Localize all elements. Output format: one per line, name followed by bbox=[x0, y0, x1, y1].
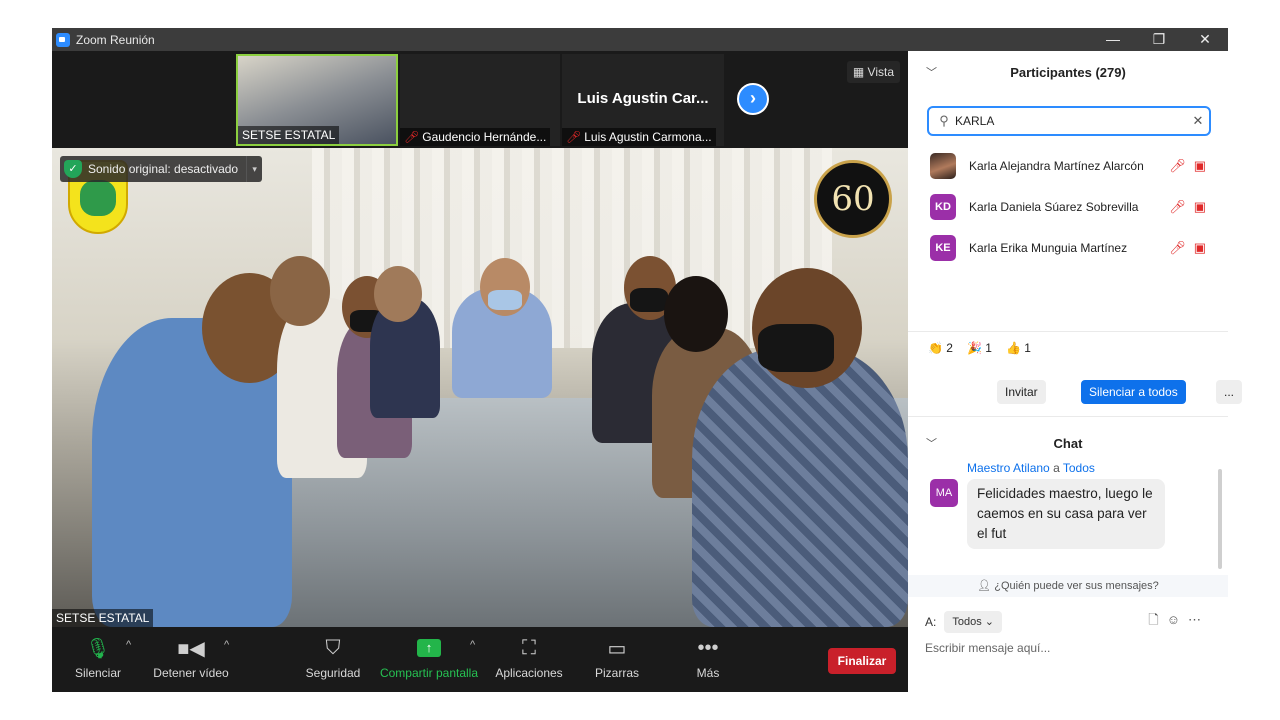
party-reaction: 🎉 1 bbox=[966, 341, 992, 355]
who-can-see-link[interactable]: 👤︎ ¿Quién puede ver sus mensajes? bbox=[908, 575, 1228, 597]
chat-header: ﹀ Chat bbox=[908, 432, 1228, 456]
thumbnail-gaudencio[interactable]: 🎤︎ Gaudencio Hernánde... bbox=[400, 54, 560, 146]
thumbnail-name: SETSE ESTATAL bbox=[238, 126, 340, 144]
microphone-icon: 🎙︎ bbox=[85, 637, 111, 660]
person-head bbox=[270, 256, 330, 326]
apps-icon: ⛶ bbox=[522, 636, 536, 659]
muted-mic-video-icon: 🎤︎▣ bbox=[1169, 239, 1214, 255]
chevron-down-icon[interactable]: ﹀ bbox=[926, 61, 937, 85]
muted-mic-icon: 🎤︎ bbox=[404, 130, 420, 144]
muted-mic-icon: 🎤︎ bbox=[566, 130, 582, 144]
participant-name: Karla Daniela Súarez Sobrevilla bbox=[969, 199, 1139, 214]
chevron-down-icon[interactable]: ▾ bbox=[246, 156, 262, 182]
more-button[interactable]: ••• Más bbox=[688, 635, 728, 681]
grid-icon: ▦ bbox=[852, 65, 868, 79]
avatar: KD bbox=[930, 193, 956, 220]
window-title: Zoom Reunión bbox=[76, 32, 155, 47]
original-sound-label: Sonido original: desactivado bbox=[88, 162, 239, 176]
video-options-caret[interactable]: ^ bbox=[224, 639, 229, 651]
audio-options-caret[interactable]: ^ bbox=[126, 639, 131, 651]
emoji-icon[interactable]: ☺ bbox=[1167, 612, 1188, 627]
face-mask bbox=[758, 324, 834, 372]
thumbnail-strip: SETSE ESTATAL 🎤︎ Gaudencio Hernánde... Lu… bbox=[52, 51, 908, 148]
thumbnail-name: Luis Agustin Carmona... bbox=[584, 130, 712, 144]
participant-list: Karla Alejandra Martínez Alarcón 🎤︎▣ KD … bbox=[908, 145, 1228, 268]
avatar: KE bbox=[930, 234, 956, 261]
participant-search-input[interactable]: ⚲ KARLA ✕ bbox=[927, 106, 1211, 136]
person-head bbox=[374, 266, 422, 322]
shield-icon: ⛉ bbox=[325, 636, 341, 659]
thumbnail-setse[interactable]: SETSE ESTATAL bbox=[236, 54, 398, 146]
apps-button[interactable]: ⛶ Aplicaciones bbox=[494, 635, 564, 681]
zoom-app-icon bbox=[56, 32, 70, 47]
clap-reaction: 👏 2 bbox=[928, 341, 953, 355]
meeting-area: SETSE ESTATAL 🎤︎ Gaudencio Hernánde... Lu… bbox=[52, 51, 908, 692]
main-video: 60 ✓ Sonido original: desactivado ▾ SETS… bbox=[52, 148, 908, 627]
chat-input[interactable]: Escribir mensaje aquí... bbox=[925, 641, 1050, 655]
chat-tools: 🗋☺⋯ bbox=[1148, 611, 1209, 633]
participant-big-name: Luis Agustin Car... bbox=[577, 90, 709, 107]
invite-button[interactable]: Invitar bbox=[997, 380, 1046, 404]
meeting-toolbar: 🎙︎ Silenciar ^ ■◀ Detener vídeo ^ ⛉ Segu… bbox=[52, 627, 908, 692]
person-head bbox=[664, 276, 728, 352]
minimize-button[interactable]: — bbox=[1090, 28, 1136, 51]
chevron-down-icon[interactable]: ﹀ bbox=[926, 432, 937, 456]
chat-bubble: Felicidades maestro, luego le caemos en … bbox=[967, 479, 1165, 549]
face-mask bbox=[630, 288, 668, 312]
recipient-select[interactable]: Todos ⌄ bbox=[944, 611, 1002, 633]
thumbnail-luis[interactable]: Luis Agustin Car... 🎤︎ Luis Agustin Carmo… bbox=[562, 54, 724, 146]
end-meeting-button[interactable]: Finalizar bbox=[828, 648, 896, 674]
muted-mic-video-icon: 🎤︎▣ bbox=[1169, 198, 1214, 214]
participant-row[interactable]: Karla Alejandra Martínez Alarcón 🎤︎▣ bbox=[908, 145, 1228, 186]
participants-more-button[interactable]: ... bbox=[1215, 380, 1242, 404]
recipient-row: A: Todos ⌄ 🗋☺⋯ bbox=[925, 610, 1215, 634]
to-label: A: bbox=[925, 615, 937, 629]
share-options-caret[interactable]: ^ bbox=[470, 639, 475, 651]
avatar bbox=[930, 152, 956, 179]
reaction-counts: 👏 2 🎉 1 👍 1 bbox=[928, 341, 1031, 355]
thumbs-up-reaction: 👍 1 bbox=[1005, 341, 1031, 355]
file-icon[interactable]: 🗋 bbox=[1148, 612, 1166, 627]
mute-button[interactable]: 🎙︎ Silenciar bbox=[70, 635, 126, 681]
participant-name: Karla Erika Munguia Martínez bbox=[969, 240, 1128, 255]
user-lock-icon: 👤︎ bbox=[977, 580, 995, 592]
close-window-button[interactable]: ✕ bbox=[1182, 28, 1228, 51]
stop-video-button[interactable]: ■◀ Detener vídeo bbox=[152, 635, 230, 681]
mute-all-button[interactable]: Silenciar a todos bbox=[1081, 380, 1186, 404]
search-value[interactable]: KARLA bbox=[955, 114, 1187, 128]
thumbnail-name: Gaudencio Hernánde... bbox=[422, 130, 547, 144]
muted-mic-video-icon: 🎤︎▣ bbox=[1169, 157, 1214, 173]
chat-scrollbar[interactable] bbox=[1218, 469, 1222, 569]
share-screen-button[interactable]: ↑ Compartir pantalla bbox=[379, 635, 479, 680]
chat-sender: Maestro Atilano a Todos bbox=[967, 461, 1095, 475]
search-icon: ⚲ bbox=[939, 113, 949, 128]
whiteboard-button[interactable]: ▭ Pizarras bbox=[592, 635, 642, 681]
participant-row[interactable]: KE Karla Erika Munguia Martínez 🎤︎▣ bbox=[908, 227, 1228, 268]
anniversary-60-logo: 60 bbox=[814, 160, 892, 238]
title-bar: Zoom Reunión — ❐ ✕ bbox=[52, 28, 1228, 51]
video-camera-icon: ■◀ bbox=[177, 637, 205, 660]
original-sound-toggle[interactable]: ✓ Sonido original: desactivado ▾ bbox=[60, 156, 263, 182]
avatar: MA bbox=[930, 479, 958, 507]
view-button[interactable]: ▦ Vista bbox=[846, 61, 900, 83]
divider bbox=[908, 416, 1228, 417]
share-arrow-icon: ↑ bbox=[379, 635, 479, 661]
clear-search-icon[interactable]: ✕ bbox=[1187, 113, 1209, 129]
security-button[interactable]: ⛉ Seguridad bbox=[304, 635, 362, 681]
participants-header: ﹀ Participantes (279) bbox=[908, 61, 1228, 85]
whiteboard-icon: ▭ bbox=[607, 637, 627, 660]
main-video-name: SETSE ESTATAL bbox=[52, 609, 154, 627]
next-page-button[interactable]: › bbox=[737, 83, 769, 115]
side-panel: ﹀ Participantes (279) ⚲ KARLA ✕ Karla Al… bbox=[908, 51, 1242, 692]
more-dots-icon[interactable]: ⋯ bbox=[1188, 612, 1209, 627]
divider bbox=[908, 331, 1228, 332]
restore-button[interactable]: ❐ bbox=[1136, 28, 1182, 51]
zoom-window: Zoom Reunión — ❐ ✕ SETSE ESTATAL 🎤︎ Gaude… bbox=[52, 28, 1242, 692]
face-mask bbox=[488, 290, 522, 310]
shield-check-icon: ✓ bbox=[64, 160, 82, 178]
person-shape bbox=[692, 348, 908, 627]
more-dots-icon: ••• bbox=[697, 636, 719, 659]
participant-name: Karla Alejandra Martínez Alarcón bbox=[969, 158, 1144, 173]
participant-row[interactable]: KD Karla Daniela Súarez Sobrevilla 🎤︎▣ bbox=[908, 186, 1228, 227]
